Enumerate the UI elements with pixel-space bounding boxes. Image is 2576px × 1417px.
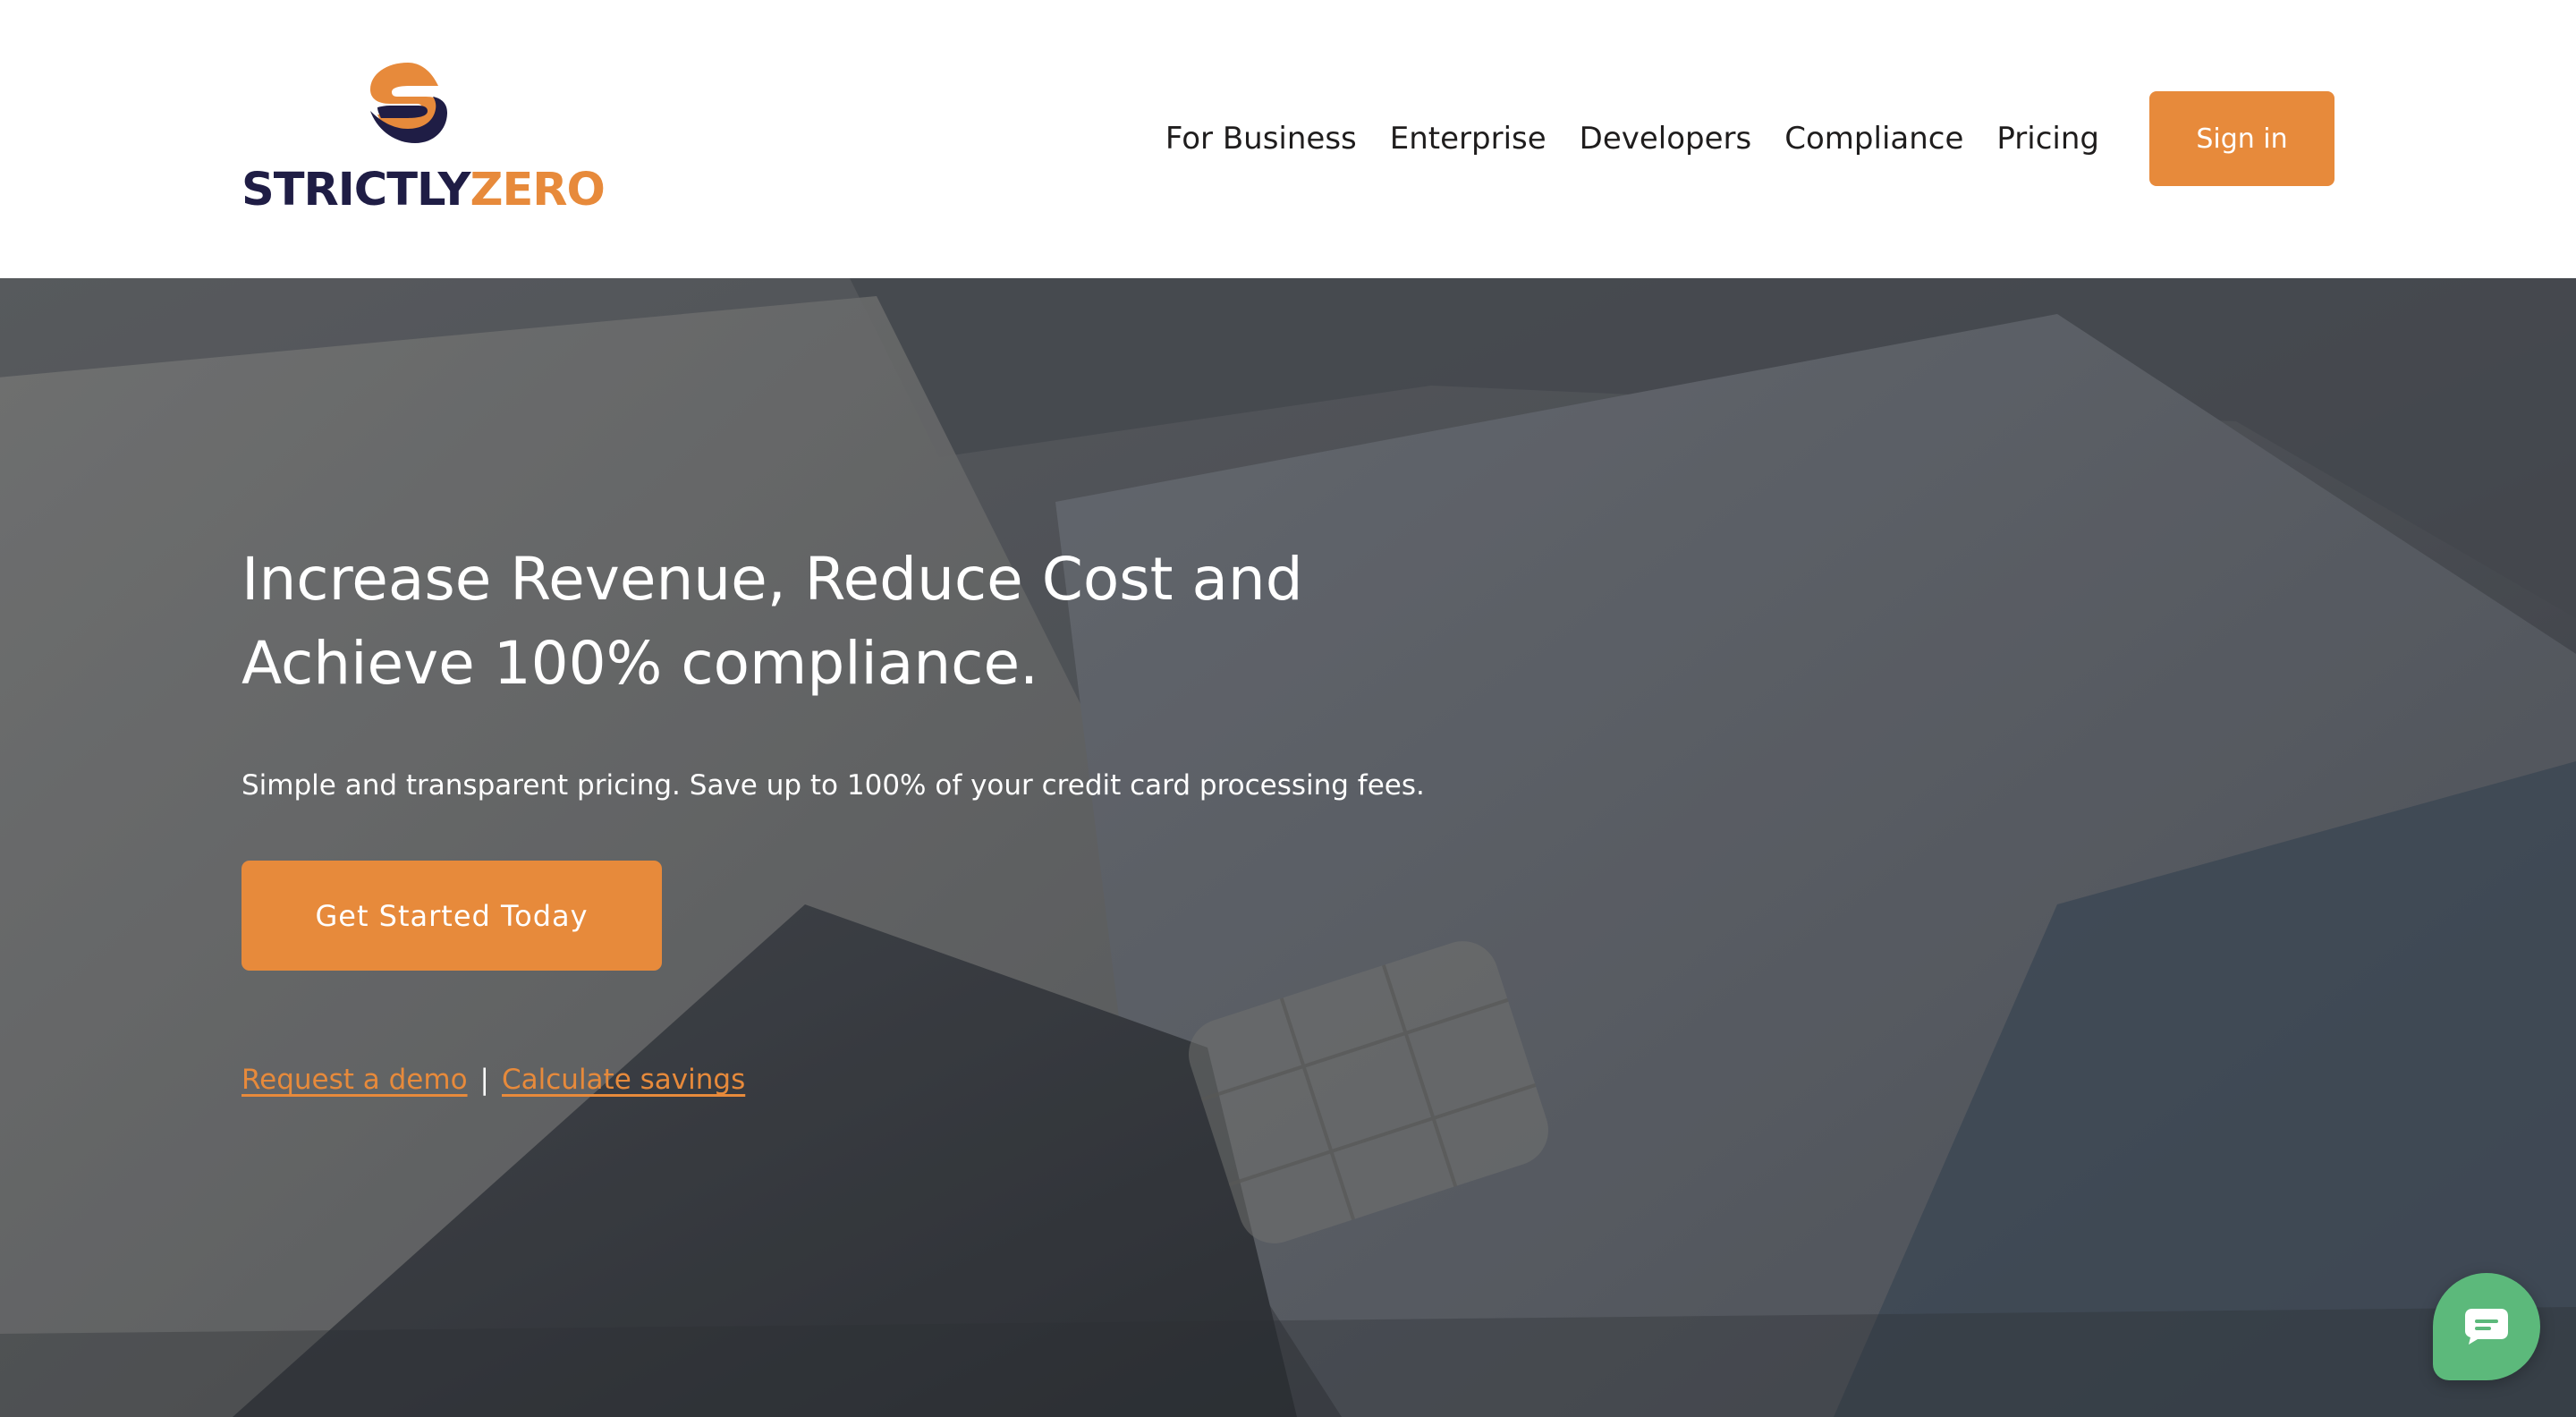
- chat-widget-button[interactable]: [2433, 1273, 2540, 1380]
- nav-pricing[interactable]: Pricing: [1996, 121, 2099, 157]
- nav-enterprise[interactable]: Enterprise: [1390, 121, 1546, 157]
- site-header: STRICTLYZERO For Business Enterprise Dev…: [0, 0, 2576, 278]
- chat-bubble-icon: [2465, 1309, 2508, 1345]
- nav-developers[interactable]: Developers: [1580, 121, 1752, 157]
- get-started-button[interactable]: Get Started Today: [242, 861, 662, 971]
- nav-for-business[interactable]: For Business: [1165, 121, 1357, 157]
- brand-name-strictly: STRICTLY: [242, 164, 470, 216]
- nav-compliance[interactable]: Compliance: [1784, 121, 1963, 157]
- brand-name-zero: ZERO: [470, 164, 605, 216]
- calculate-savings-link[interactable]: Calculate savings: [502, 1064, 745, 1096]
- link-separator: |: [479, 1064, 489, 1096]
- hero-section: Increase Revenue, Reduce Cost and Achiev…: [0, 278, 2576, 1417]
- hero-title: Increase Revenue, Reduce Cost and Achiev…: [242, 545, 1303, 698]
- hero-secondary-links: Request a demo | Calculate savings: [242, 1060, 745, 1099]
- main-nav: For Business Enterprise Developers Compl…: [1165, 91, 2334, 186]
- hero-subtitle: Simple and transparent pricing. Save up …: [242, 769, 1425, 802]
- hero-overlay: [0, 278, 2576, 1417]
- request-demo-link[interactable]: Request a demo: [242, 1064, 468, 1096]
- brand-logo[interactable]: STRICTLYZERO: [242, 59, 606, 220]
- brand-wordmark: STRICTLYZERO: [242, 163, 606, 218]
- strictlyzero-s-logo-icon: [370, 63, 447, 143]
- sign-in-button[interactable]: Sign in: [2149, 91, 2334, 186]
